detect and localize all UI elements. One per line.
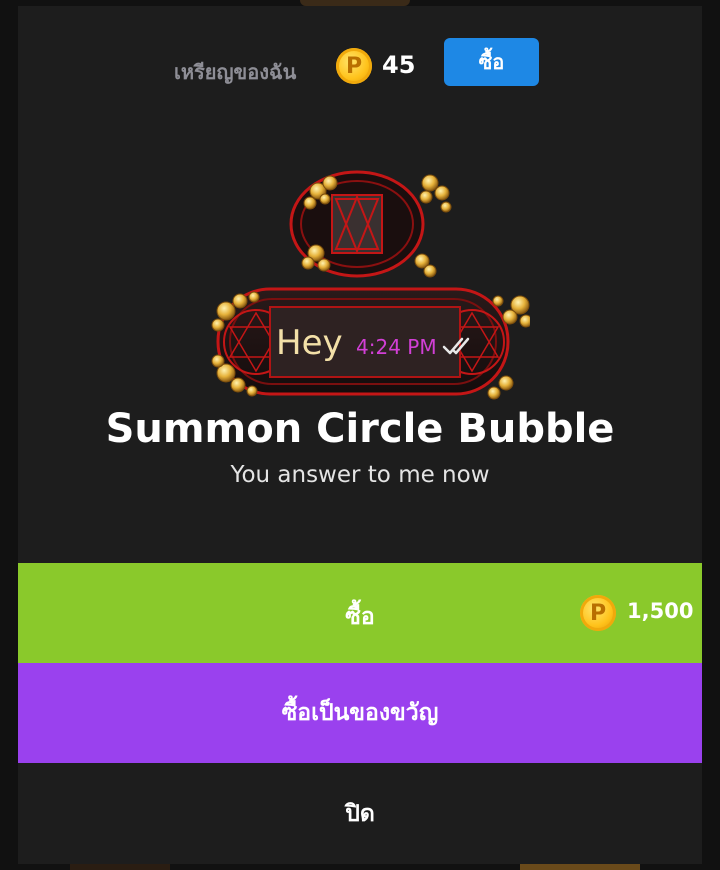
coin-icon: P — [580, 595, 616, 631]
buy-button[interactable]: ซื้อ P 1,500 — [18, 563, 702, 663]
message-time: 4:24 PM — [356, 335, 437, 359]
price: 1,500 — [627, 599, 694, 623]
close-button[interactable]: ปิด — [18, 763, 702, 864]
purchase-dialog: เหรียญของฉัน P 45 ซื้อ Hey 4:24 PM Summo… — [18, 6, 702, 864]
bubble-preview: Hey 4:24 PM — [190, 161, 533, 406]
item-title: Summon Circle Bubble — [105, 406, 615, 452]
coin-balance-bar: เหรียญของฉัน P 45 ซื้อ — [18, 38, 702, 98]
buy-as-gift-button[interactable]: ซื้อเป็นของขวัญ — [18, 663, 702, 763]
coin-icon: P — [336, 48, 372, 84]
message-text: Hey — [276, 323, 343, 363]
summon-circle-bubble-image: Hey 4:24 PM — [211, 170, 533, 400]
item-subtitle: You answer to me now — [230, 462, 490, 488]
my-coins-label: เหรียญของฉัน — [174, 60, 297, 84]
coin-balance: 45 — [382, 51, 416, 79]
buy-coins-button[interactable]: ซื้อ — [444, 38, 539, 86]
